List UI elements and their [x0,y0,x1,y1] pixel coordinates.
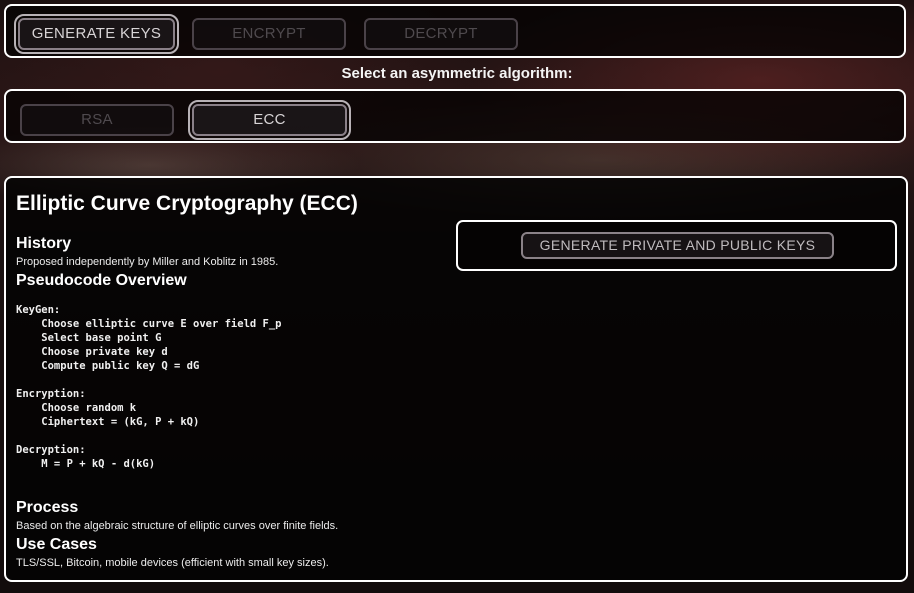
rsa-button[interactable]: RSA [20,104,174,136]
key-generation-box: GENERATE PRIVATE AND PUBLIC KEYS [456,220,897,271]
algorithm-info-panel: Elliptic Curve Cryptography (ECC) Histor… [4,176,908,582]
history-heading: History [16,235,72,252]
decrypt-tab[interactable]: DECRYPT [364,18,518,50]
mode-nav-bar: GENERATE KEYS ENCRYPT DECRYPT [4,4,906,58]
page-title: Elliptic Curve Cryptography (ECC) [16,192,358,215]
history-text: Proposed independently by Miller and Kob… [16,256,279,268]
algorithm-selector-bar: RSA ECC [4,89,906,143]
generate-keys-tab[interactable]: GENERATE KEYS [14,14,179,54]
generate-private-public-keys-button[interactable]: GENERATE PRIVATE AND PUBLIC KEYS [521,232,834,259]
use-cases-text: TLS/SSL, Bitcoin, mobile devices (effici… [16,557,329,569]
pseudocode-heading: Pseudocode Overview [16,272,187,289]
process-heading: Process [16,499,79,516]
encrypt-tab[interactable]: ENCRYPT [192,18,346,50]
ecc-button[interactable]: ECC [188,100,351,140]
pseudocode-block: KeyGen: Choose elliptic curve E over fie… [16,304,282,470]
process-text: Based on the algebraic structure of elli… [16,520,339,532]
use-cases-heading: Use Cases [16,536,97,553]
algorithm-prompt: Select an asymmetric algorithm: [341,65,573,82]
